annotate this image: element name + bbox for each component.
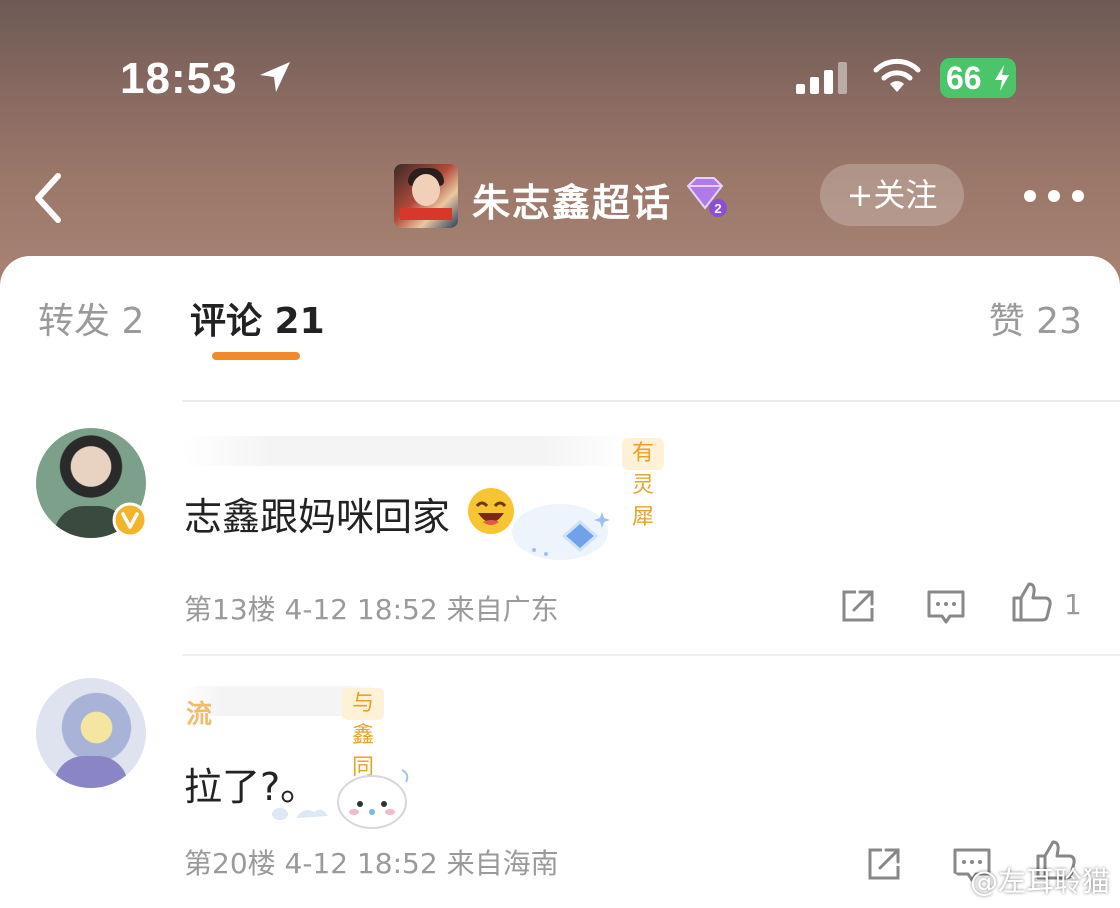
username-fragment: 流 [186,700,213,730]
more-icon[interactable] [1022,184,1086,208]
comment-meta: 第20楼 4-12 18:52 来自海南 [184,847,559,880]
like-icon[interactable] [1010,580,1054,624]
nav-bar: 朱志鑫超话 2 +关注 [0,150,1120,250]
verified-badge-icon [112,502,148,538]
weibo-logo-icon [932,873,960,894]
battery-indicator: 66 [940,58,1016,98]
reply-icon[interactable] [924,584,968,628]
laughing-emoji-icon [468,488,514,534]
battery-level: 66 [946,60,982,96]
topic-avatar[interactable] [394,164,458,228]
header: 18:53 66 朱志鑫超话 2 +关注 [0,0,1120,290]
divider [182,400,1120,402]
battery-charging-icon [995,65,1009,91]
status-time: 18:53 [120,54,238,103]
tab-bar: 转发 2 评论 21 赞 23 [0,256,1120,366]
share-icon[interactable] [836,584,880,628]
tab-likes[interactable]: 赞 23 [989,292,1082,344]
back-chevron-icon[interactable] [28,168,68,228]
avatar[interactable] [36,678,146,788]
comments-panel: 转发 2 评论 21 赞 23 有灵犀 志鑫跟妈咪回家 第13楼 4-12 18… [0,256,1120,908]
share-icon[interactable] [862,842,906,886]
like-count: 1 [1064,588,1082,621]
diamond-sticker-icon [512,504,610,560]
cloud-bun-sticker-icon [272,769,409,829]
wifi-icon [873,58,921,92]
divider [182,654,1120,656]
comment-item: 有灵犀 志鑫跟妈咪回家 第13楼 4-12 18:52 来自广东 1 [0,426,1120,646]
topic-title[interactable]: 朱志鑫超话 [472,172,672,227]
status-bar: 18:53 66 [0,40,1120,120]
follow-button[interactable]: +关注 [820,164,964,226]
signal-icon [796,62,847,94]
comment-text: 志鑫跟妈咪回家 [184,495,451,539]
comment-meta: 第13楼 4-12 18:52 来自广东 [184,593,559,626]
level-number: 2 [714,201,721,216]
fan-badge: 有灵犀 [622,438,665,530]
active-tab-indicator [212,352,300,360]
fan-badge: 与鑫同行 [342,688,385,812]
watermark-text: @左耳聆猫 [969,865,1110,898]
tab-repost[interactable]: 转发 2 [38,292,144,344]
username-redacted [182,436,632,466]
tab-comments[interactable]: 评论 21 [190,292,325,344]
watermark: @左耳聆猫 [931,860,1110,900]
diamond-level-icon: 2 [686,177,727,217]
location-arrow-icon [260,62,290,92]
